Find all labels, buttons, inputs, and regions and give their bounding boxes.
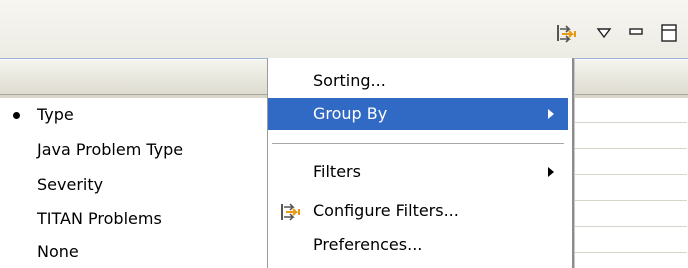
menu-item-label: Group By	[313, 104, 388, 123]
group-by-titan-problems[interactable]: TITAN Problems	[0, 204, 268, 234]
menu-item-label: Preferences...	[313, 235, 423, 254]
view-toolbar-actions	[554, 20, 678, 46]
table-row-line	[569, 122, 687, 123]
configure-filters-icon	[557, 25, 576, 43]
menu-item-label: Configure Filters...	[313, 201, 459, 220]
menu-item-configure-filters[interactable]: Configure Filters...	[268, 195, 568, 227]
menu-item-group-by[interactable]: Group By	[268, 98, 568, 130]
menu-item-filters[interactable]: Filters	[268, 156, 568, 188]
menu-item-label: Java Problem Type	[37, 140, 184, 159]
table-row-line	[569, 174, 687, 175]
table-row-line	[569, 148, 687, 149]
configure-filters-toolbar-button[interactable]	[554, 20, 580, 46]
table-row-line	[569, 252, 687, 253]
menu-item-label: Severity	[37, 175, 104, 194]
menu-item-sorting[interactable]: Sorting...	[268, 65, 568, 97]
menu-item-preferences[interactable]: Preferences...	[268, 229, 568, 261]
view-menu-button[interactable]	[596, 26, 612, 40]
maximize-icon	[661, 24, 677, 42]
group-by-submenu: Type Java Problem Type Severity TITAN Pr…	[0, 98, 269, 268]
view-context-menu: Sorting... Group By Filters Configure Fi…	[267, 58, 574, 268]
group-by-java-problem-type[interactable]: Java Problem Type	[0, 135, 268, 165]
minimize-button[interactable]	[628, 26, 644, 40]
menu-item-label: TITAN Problems	[37, 209, 162, 228]
configure-filters-icon	[281, 203, 300, 221]
view-toolbar	[0, 0, 688, 59]
maximize-button[interactable]	[660, 23, 678, 43]
menu-item-label: Filters	[313, 162, 361, 181]
radio-checked-icon	[13, 112, 20, 119]
submenu-arrow-icon	[548, 109, 554, 119]
table-row-line	[569, 226, 687, 227]
view-menu-icon	[596, 28, 612, 39]
submenu-arrow-icon	[548, 167, 554, 177]
minimize-icon	[629, 28, 643, 35]
menu-separator	[272, 143, 564, 145]
menu-item-label: Sorting...	[313, 71, 386, 90]
table-row-line	[569, 200, 687, 201]
table-body	[568, 98, 687, 266]
group-by-type[interactable]: Type	[0, 100, 268, 130]
menu-item-label: None	[37, 242, 79, 261]
menu-item-label: Type	[37, 105, 74, 124]
group-by-none[interactable]: None	[0, 237, 268, 267]
group-by-severity[interactable]: Severity	[0, 170, 268, 200]
